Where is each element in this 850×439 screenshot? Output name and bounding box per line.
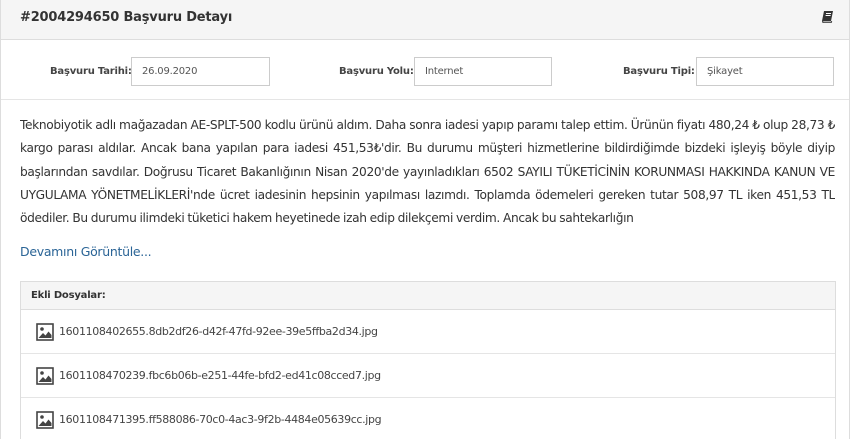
- book-icon[interactable]: [821, 10, 835, 24]
- page-title: #2004294650 Başvuru Detayı: [20, 10, 233, 25]
- application-date-label: Başvuru Tarihi:: [50, 66, 132, 77]
- divider: [1, 99, 849, 100]
- attachment-item[interactable]: 1601108402655.8db2df26-d42f-47fd-92ee-39…: [21, 310, 835, 354]
- attachments-title: Ekli Dosyalar:: [31, 290, 106, 301]
- complaint-text: Teknobiyotik adlı mağazadan AE-SPLT-500 …: [20, 118, 835, 226]
- attachment-item[interactable]: 1601108470239.fbc6b06b-e251-44fe-bfd2-ed…: [21, 354, 835, 398]
- application-channel-label: Başvuru Yolu:: [339, 66, 414, 77]
- application-type-label: Başvuru Tipi:: [623, 66, 695, 77]
- application-detail-panel: #2004294650 Başvuru Detayı Başvuru Tarih…: [0, 0, 850, 439]
- attachment-filename: 1601108470239.fbc6b06b-e251-44fe-bfd2-ed…: [59, 369, 381, 382]
- show-more-link[interactable]: Devamını Görüntüle...: [20, 244, 152, 259]
- image-file-icon: [36, 323, 54, 341]
- attachment-filename: 1601108402655.8db2df26-d42f-47fd-92ee-39…: [59, 325, 378, 338]
- application-type-field[interactable]: [696, 57, 834, 86]
- attachments-box: Ekli Dosyalar: 1601108402655.8db2df26-d4…: [20, 281, 836, 439]
- image-file-icon: [36, 411, 54, 429]
- application-date-field[interactable]: [131, 57, 270, 86]
- panel-header: #2004294650 Başvuru Detayı: [1, 0, 849, 40]
- application-channel-field[interactable]: [414, 57, 552, 86]
- image-file-icon: [36, 367, 54, 385]
- attachment-filename: 1601108471395.ff588086-70c0-4ac3-9f2b-44…: [59, 413, 382, 426]
- attachments-header: Ekli Dosyalar:: [21, 282, 835, 310]
- attachment-item[interactable]: 1601108471395.ff588086-70c0-4ac3-9f2b-44…: [21, 398, 835, 439]
